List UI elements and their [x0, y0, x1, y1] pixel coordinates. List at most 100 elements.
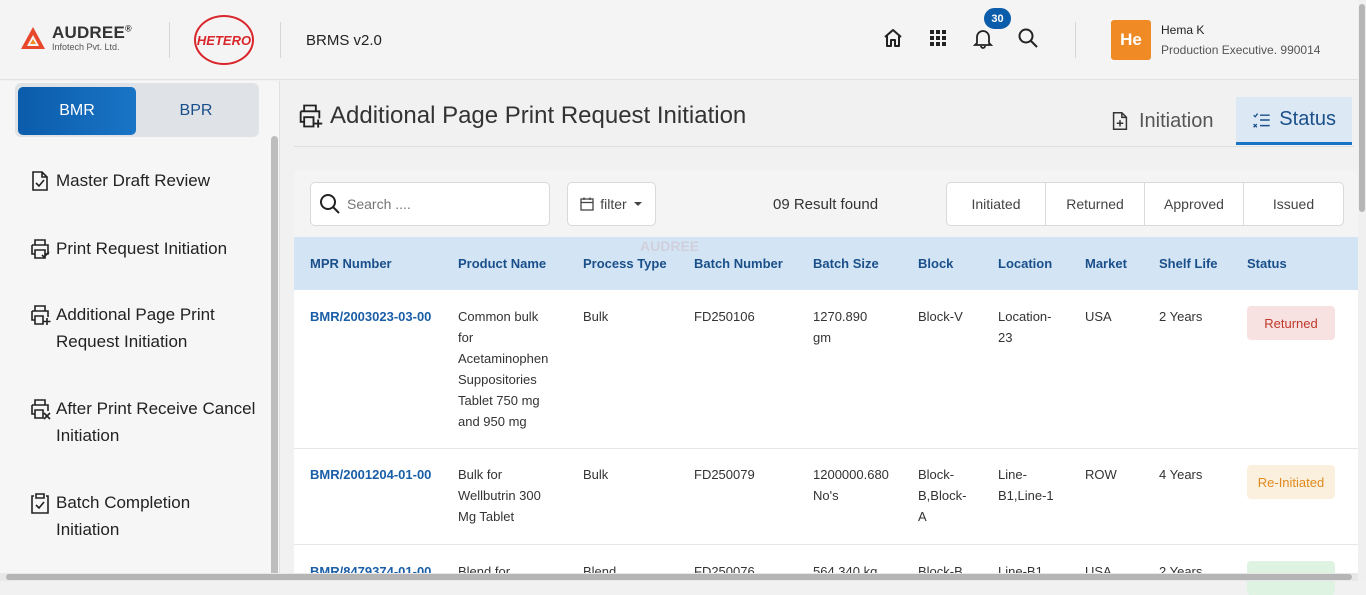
divider: [169, 22, 170, 58]
scrollbar-thumb[interactable]: [6, 574, 1352, 580]
column-header[interactable]: Status: [1247, 256, 1287, 271]
sidebar-item-additional-page-print[interactable]: Additional Page Print Request Initiation: [28, 301, 215, 355]
product-name-line: Mg Tablet: [458, 509, 515, 524]
tab-label: Status: [1279, 108, 1336, 130]
printer-x-icon: [31, 399, 51, 420]
result-count: 09 Result found: [773, 196, 879, 213]
divider: [294, 146, 1354, 147]
block-cell: Block-V: [918, 309, 963, 324]
search-input[interactable]: [347, 196, 537, 212]
hetero-logo: HETERO: [194, 15, 254, 65]
checklist-icon: [1253, 112, 1270, 128]
main-scrollbar[interactable]: [1358, 0, 1366, 581]
printer-plus-icon: [31, 305, 51, 325]
sidebar-item-after-print-receive-cancel[interactable]: After Print Receive Cancel Initiation: [28, 395, 255, 449]
status-filter-group: Initiated Returned Approved Issued: [946, 182, 1344, 226]
batch-number-cell: FD250079: [694, 467, 755, 482]
block-line: A: [918, 509, 927, 524]
apps-grid-icon[interactable]: [926, 26, 950, 50]
location-line: B1,Line-1: [998, 488, 1054, 503]
bpr-tab[interactable]: BPR: [137, 87, 255, 135]
bmr-tab[interactable]: BMR: [18, 87, 136, 135]
tab-label: Initiation: [1139, 109, 1214, 132]
batch-size-line: 1200000.680: [813, 467, 889, 482]
status-badge: Re-Initiated: [1247, 465, 1335, 499]
location-line: Location-: [998, 309, 1052, 324]
caret-down-icon: [633, 202, 642, 206]
column-header[interactable]: MPR Number: [310, 256, 392, 271]
sidebar-item-master-draft-review[interactable]: Master Draft Review: [28, 167, 210, 194]
audree-logo: AUDREE® Infotech Pvt. Ltd.: [20, 24, 132, 52]
horizontal-scrollbar[interactable]: [0, 573, 1358, 581]
process-type-cell: Bulk: [583, 309, 609, 324]
sidebar-item-label: Master Draft Review: [56, 171, 210, 190]
column-header[interactable]: Market: [1085, 256, 1127, 271]
batch-size-line: No's: [813, 488, 839, 503]
sidebar: BMR BPR Master Draft Review Print Reques…: [0, 81, 280, 581]
batch-size-line: gm: [813, 330, 832, 345]
status-badge: Returned: [1247, 306, 1335, 340]
column-header[interactable]: Process Type: [583, 256, 667, 271]
batch-size-cell: 1270.890 gm: [813, 306, 867, 348]
audree-subtitle: Infotech Pvt. Ltd.: [52, 42, 120, 52]
column-header[interactable]: Batch Size: [813, 256, 879, 271]
sidebar-item-print-request-initiation[interactable]: Print Request Initiation: [28, 235, 227, 262]
location-line: Line-: [998, 467, 1027, 482]
sidebar-item-batch-completion[interactable]: Batch Completion Initiation: [28, 489, 190, 543]
column-header[interactable]: Product Name: [458, 256, 546, 271]
filter-label: filter: [600, 196, 627, 212]
product-name-cell: Common bulk for Acetaminophen Suppositor…: [458, 306, 548, 432]
audree-reg: ®: [125, 23, 132, 34]
tab-initiation[interactable]: Initiation: [1093, 97, 1230, 145]
column-header[interactable]: Batch Number: [694, 256, 783, 271]
sidebar-scrollbar[interactable]: [271, 136, 278, 581]
table-header: MPR Number Product Name Process Type Bat…: [294, 237, 1358, 290]
shelf-life-cell: 4 Years: [1159, 467, 1203, 482]
table-row[interactable]: BMR/2003023-03-00 Common bulk for Acetam…: [294, 290, 1358, 449]
column-header[interactable]: Location: [998, 256, 1052, 271]
sidebar-item-label: Print Request Initiation: [56, 239, 228, 258]
filter-approved[interactable]: Approved: [1145, 183, 1244, 225]
hetero-name: HETERO: [196, 32, 252, 48]
filter-dropdown[interactable]: filter: [567, 182, 656, 226]
location-line: 23: [998, 330, 1013, 345]
shelf-life-cell: 2 Years: [1159, 309, 1203, 324]
page-title-text: Additional Page Print Request Initiation: [330, 102, 747, 129]
filter-initiated[interactable]: Initiated: [947, 183, 1046, 225]
page-title: Additional Page Print Request Initiation: [296, 102, 746, 130]
notification-badge[interactable]: 30: [982, 6, 1013, 31]
block-line: B,Block-: [918, 488, 967, 503]
location-cell: Line- B1,Line-1: [998, 464, 1054, 506]
product-name-line: Suppositories: [458, 372, 537, 387]
column-header[interactable]: Block: [918, 256, 953, 271]
search-icon[interactable]: [1016, 26, 1040, 50]
block-line: Block-: [918, 467, 955, 482]
divider: [1075, 22, 1076, 58]
tab-status[interactable]: Status: [1236, 97, 1352, 145]
mpr-number-link[interactable]: BMR/2003023-03-00: [310, 306, 431, 327]
home-icon[interactable]: [881, 26, 905, 50]
avatar[interactable]: He: [1111, 20, 1151, 60]
audree-name: AUDREE: [52, 23, 125, 42]
calendar-icon: [580, 197, 594, 211]
watermark: AUDREE: [640, 238, 700, 254]
product-name-line: Common bulk: [458, 309, 539, 324]
filter-returned[interactable]: Returned: [1046, 183, 1145, 225]
column-header[interactable]: Shelf Life: [1159, 256, 1218, 271]
mpr-number-link[interactable]: BMR/2001204-01-00: [310, 464, 431, 485]
sidebar-item-label: Initiation: [56, 426, 120, 445]
product-name-line: for: [458, 330, 474, 345]
location-cell: Location- 23: [998, 306, 1051, 348]
user-name[interactable]: Hema K: [1161, 23, 1204, 37]
divider: [280, 22, 281, 58]
filter-issued[interactable]: Issued: [1244, 183, 1343, 225]
sidebar-item-label: After Print Receive Cancel: [56, 399, 256, 418]
block-cell: Block- B,Block- A: [918, 464, 966, 527]
scrollbar-thumb[interactable]: [1359, 4, 1365, 212]
sidebar-item-label: Request Initiation: [56, 332, 188, 351]
clipboard-check-icon: [31, 493, 49, 514]
printer-plus-icon: [299, 104, 323, 128]
search-box[interactable]: [310, 182, 550, 226]
document-plus-icon: [1112, 112, 1128, 130]
table-row[interactable]: BMR/2001204-01-00 Bulk for Wellbutrin 30…: [294, 449, 1358, 545]
